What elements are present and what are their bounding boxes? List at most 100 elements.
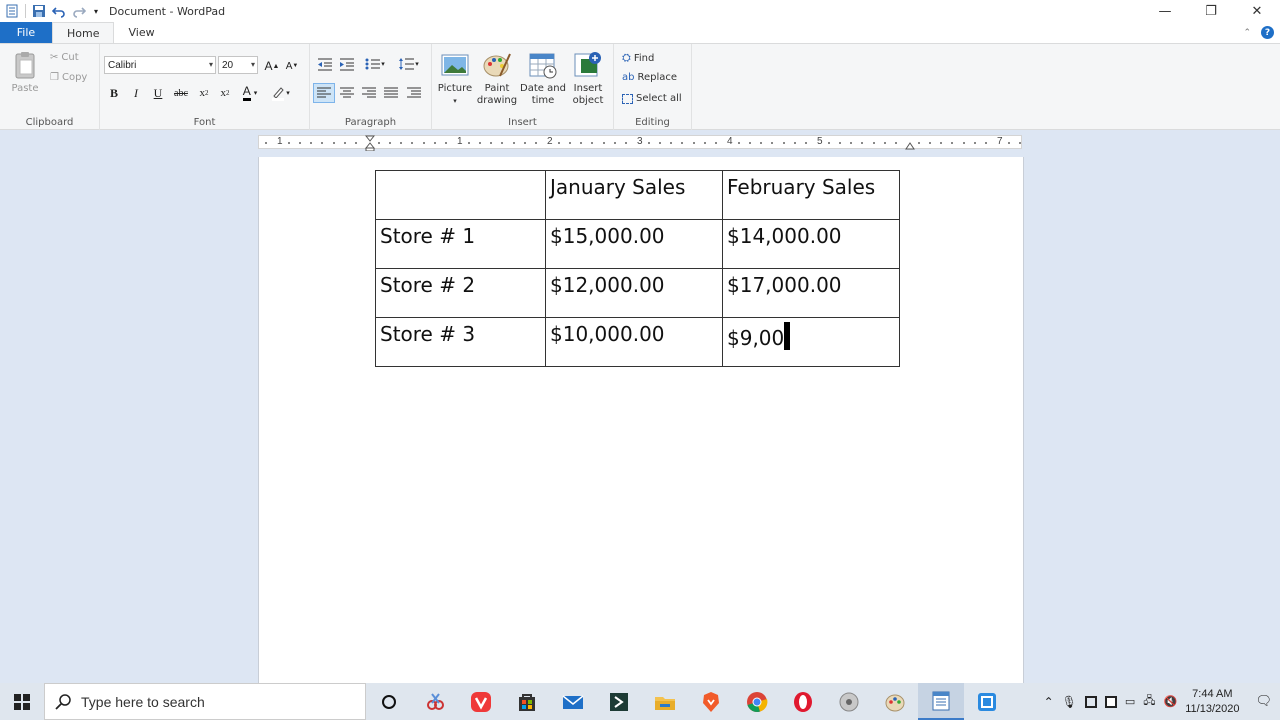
brave-icon[interactable] [688, 683, 734, 720]
picture-label: Picture [437, 83, 473, 94]
paint-drawing-button[interactable]: Paint drawing [474, 50, 520, 107]
increase-indent-icon[interactable] [336, 54, 358, 74]
table-cell[interactable]: January Sales [545, 170, 723, 220]
replace-button[interactable]: ab Replace [622, 72, 677, 83]
right-indent-marker[interactable] [905, 140, 915, 150]
align-center-button[interactable] [336, 83, 358, 103]
ribbon: Paste ✂ Cut ❐ Copy Clipboard Calibri ▾ 20… [0, 43, 1280, 130]
table-cell[interactable]: $10,000.00 [545, 317, 723, 367]
save-icon[interactable] [29, 1, 49, 21]
show-hidden-icons-icon[interactable]: ⌃ [1044, 695, 1054, 709]
decrease-indent-icon[interactable] [314, 54, 336, 74]
select-all-label: Select all [636, 93, 682, 104]
taskbar-search[interactable]: Type here to search [44, 683, 366, 720]
notifications-icon[interactable]: 🗨 [1255, 694, 1272, 709]
grow-font-icon[interactable]: A ▲ [262, 56, 282, 76]
copy-button[interactable]: ❐ Copy [50, 72, 87, 83]
table-cell[interactable]: Store # 3 [375, 317, 546, 367]
volume-muted-icon[interactable]: 🔇 [1164, 695, 1178, 708]
start-button[interactable] [0, 683, 44, 720]
highlight-color-button[interactable]: ▾ [270, 83, 290, 103]
shrink-font-icon[interactable]: A ▼ [282, 56, 302, 76]
table-cell[interactable]: $17,000.00 [722, 268, 900, 318]
table-cell-active[interactable]: $9,00 [722, 317, 900, 367]
font-color-button[interactable]: A ▾ [240, 83, 260, 103]
customize-qat-icon[interactable]: ▾ [89, 1, 103, 21]
store-icon[interactable] [504, 683, 550, 720]
font-size-select[interactable]: 20 ▾ [218, 56, 258, 74]
insert-object-button[interactable]: Insert object [565, 50, 611, 107]
vivaldi-icon[interactable] [458, 683, 504, 720]
restore-button[interactable]: ❐ [1188, 0, 1234, 22]
paint-app-icon[interactable] [872, 683, 918, 720]
app-icon[interactable] [2, 1, 22, 21]
table-cell[interactable]: Store # 1 [375, 219, 546, 269]
table-cell[interactable]: $15,000.00 [545, 219, 723, 269]
underline-button[interactable]: U [148, 83, 168, 103]
battery-icon[interactable]: ▭ [1125, 695, 1135, 708]
find-button[interactable]: ⛭ Find [622, 51, 654, 65]
sales-table[interactable]: January Sales February Sales Store # 1 $… [375, 170, 900, 367]
table-cell[interactable]: February Sales [722, 170, 900, 220]
table-cell[interactable] [375, 170, 546, 220]
ruler-tick [760, 142, 762, 144]
bold-button[interactable]: B [104, 83, 124, 103]
file-explorer-icon[interactable] [642, 683, 688, 720]
tab-view[interactable]: View [114, 22, 168, 43]
paste-button[interactable]: Paste [2, 50, 48, 95]
microphone-icon[interactable]: 🎙 [1062, 695, 1077, 709]
screen-capture-icon[interactable] [964, 683, 1010, 720]
font-group-label: Font [193, 117, 216, 128]
collapse-ribbon-icon[interactable]: ⌃ [1243, 28, 1251, 38]
paragraph-group-label: Paragraph [344, 117, 397, 128]
font-size-value: 20 [222, 59, 234, 71]
system-tray: ⌃ 🎙 ▭ 🖧 🔇 7:44 AM 11/13/2020 🗨 [1044, 683, 1280, 720]
align-right-button[interactable] [358, 83, 380, 103]
ruler-tick [693, 142, 695, 144]
help-icon[interactable]: ? [1261, 26, 1274, 39]
tab-file[interactable]: File [0, 22, 52, 43]
strikethrough-button[interactable]: abc [171, 83, 191, 103]
tray-app-icon[interactable] [1104, 695, 1117, 708]
tab-home[interactable]: Home [52, 22, 115, 43]
subscript-button[interactable]: x2 [194, 83, 214, 103]
date-time-button[interactable]: Date and time [520, 50, 566, 107]
clipboard-group: Paste ✂ Cut ❐ Copy Clipboard [0, 44, 100, 130]
undo-icon[interactable] [49, 1, 69, 21]
chrome-icon[interactable] [734, 683, 780, 720]
editing-group: ⛭ Find ab Replace Select all Editing [614, 44, 692, 130]
close-button[interactable]: ✕ [1234, 0, 1280, 22]
ruler[interactable]: 1 1 2 3 4 5 7 [258, 135, 1022, 151]
redo-icon[interactable] [69, 1, 89, 21]
cut-button[interactable]: ✂ Cut [50, 52, 79, 63]
tray-app-icon[interactable] [1084, 695, 1097, 708]
opera-icon[interactable] [780, 683, 826, 720]
insert-group-label: Insert [508, 117, 537, 128]
highlighter-icon [272, 87, 285, 101]
ruler-tick [411, 142, 413, 144]
minimize-button[interactable]: — [1142, 0, 1188, 22]
network-icon[interactable]: 🖧 [1143, 692, 1155, 711]
wordpad-taskbar-icon[interactable] [918, 683, 964, 720]
first-line-indent-marker[interactable] [365, 135, 375, 151]
font-family-select[interactable]: Calibri ▾ [104, 56, 216, 74]
snipping-tool-icon[interactable] [412, 683, 458, 720]
table-cell[interactable]: Store # 2 [375, 268, 546, 318]
justify-button[interactable] [380, 83, 402, 103]
align-left-button[interactable] [313, 83, 335, 103]
mail-icon[interactable] [550, 683, 596, 720]
superscript-button[interactable]: x2 [215, 83, 235, 103]
clock[interactable]: 7:44 AM 11/13/2020 [1185, 687, 1239, 717]
cortana-icon[interactable] [366, 683, 412, 720]
bullet-list-icon[interactable]: ▾ [360, 54, 390, 74]
terminal-app-icon[interactable] [596, 683, 642, 720]
table-cell[interactable]: $12,000.00 [545, 268, 723, 318]
paragraph-settings-icon[interactable] [403, 83, 425, 103]
disc-app-icon[interactable] [826, 683, 872, 720]
select-all-button[interactable]: Select all [622, 93, 682, 104]
line-spacing-icon[interactable]: ▾ [394, 54, 424, 74]
italic-button[interactable]: I [126, 83, 146, 103]
picture-button[interactable]: Picture ▾ [432, 50, 478, 107]
table-cell[interactable]: $14,000.00 [722, 219, 900, 269]
ruler-tick [389, 142, 391, 144]
